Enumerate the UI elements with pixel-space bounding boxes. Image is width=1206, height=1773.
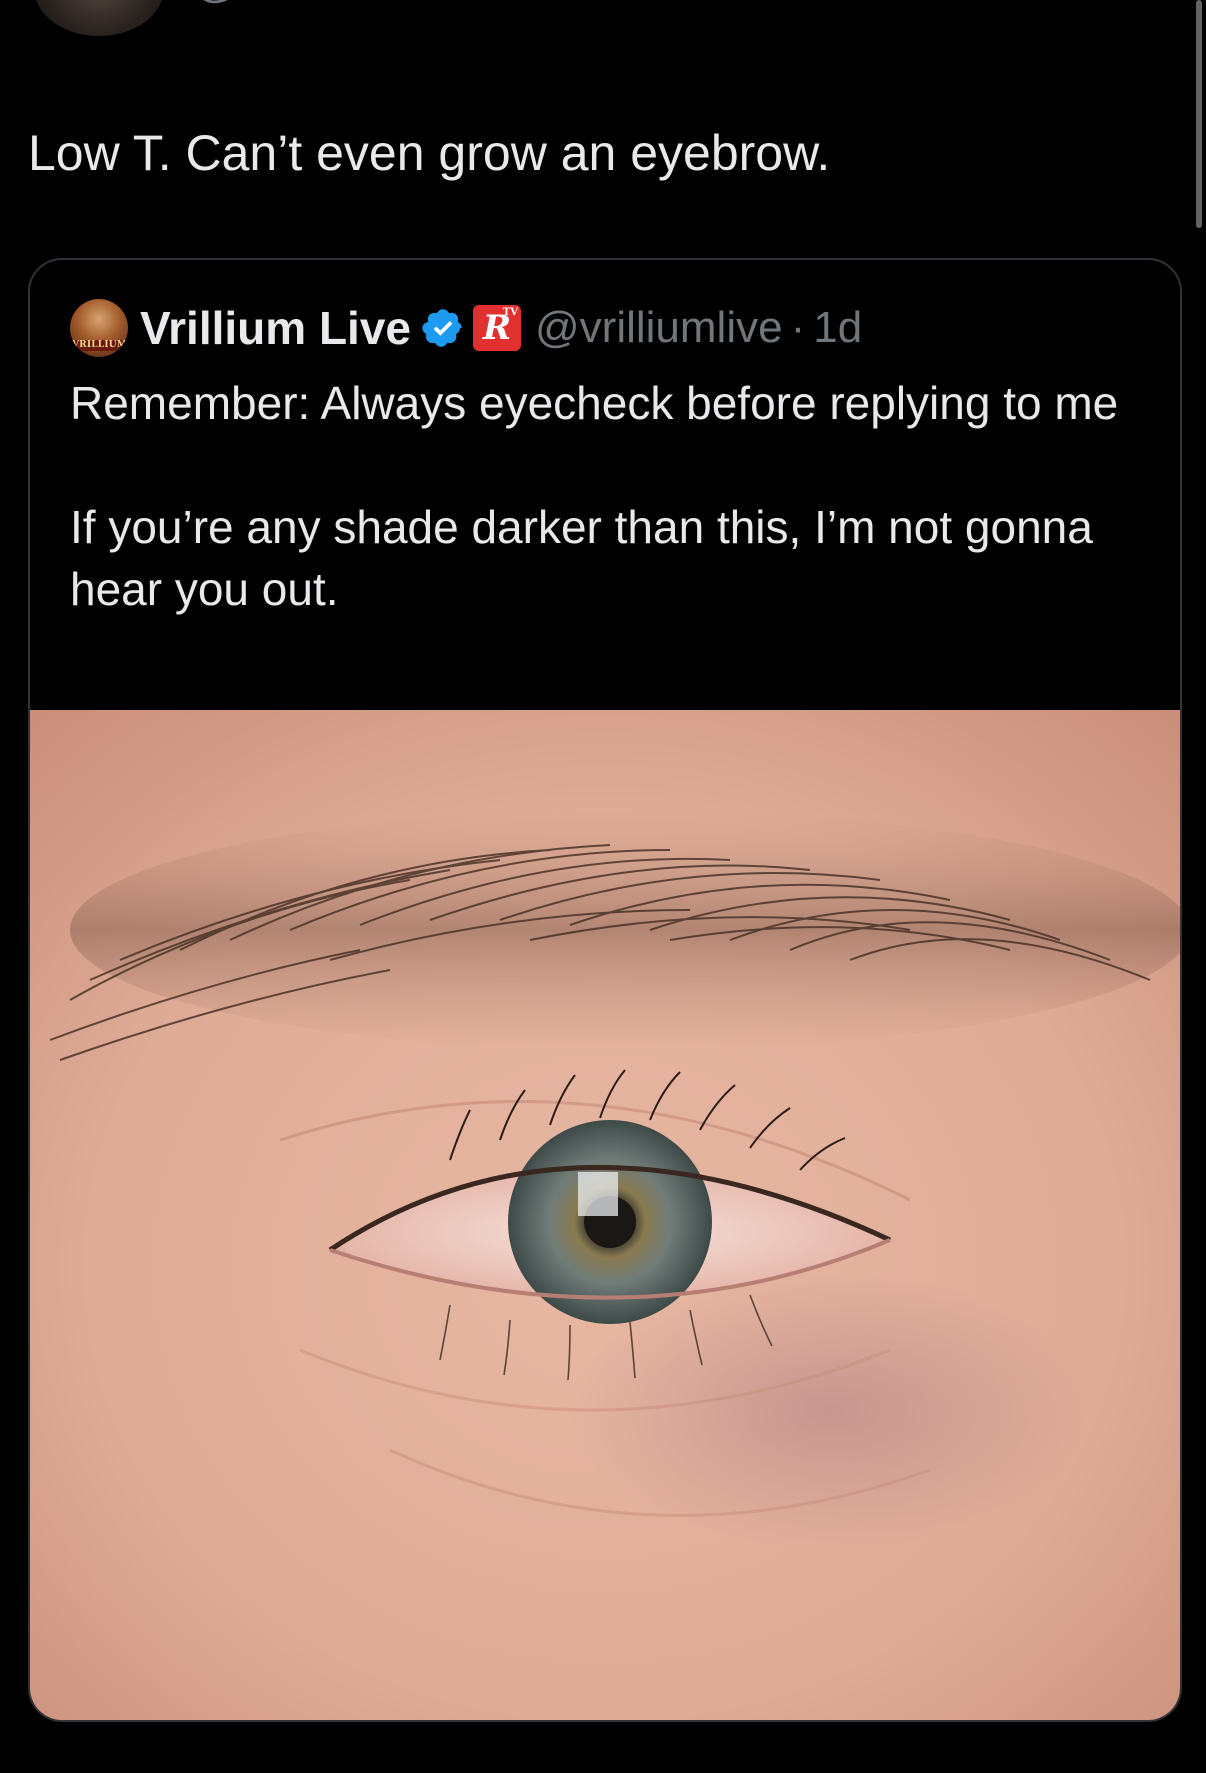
avatar-label: VRILLIUM [72, 340, 127, 351]
tweet-text: Low T. Can’t even grow an eyebrow. [28, 125, 831, 181]
quote-timestamp[interactable]: 1d [813, 303, 862, 353]
quote-card[interactable]: VRILLIUM Vrillium Live R TV @vrilliumlive… [28, 258, 1182, 1722]
quote-body-line2: If you’re any shade darker than this, I’… [70, 501, 1093, 615]
quote-media-image[interactable] [30, 710, 1180, 1720]
quote-avatar[interactable]: VRILLIUM [70, 299, 128, 357]
author-avatar[interactable] [34, 0, 164, 36]
dot-separator: · [790, 303, 806, 352]
author-handle[interactable]: @vasant138 [194, 0, 447, 8]
quote-author-handle[interactable]: @vrilliumlive [535, 303, 783, 353]
quote-header: VRILLIUM Vrillium Live R TV @vrilliumlive… [70, 299, 862, 357]
scrollbar[interactable] [1196, 0, 1202, 228]
verified-badge-icon [422, 309, 462, 347]
quote-body: Remember: Always eyecheck before replyin… [70, 372, 1150, 620]
affiliate-badge-icon[interactable]: R TV [473, 305, 521, 351]
quote-author-name[interactable]: Vrillium Live [140, 301, 411, 355]
quote-body-line1: Remember: Always eyecheck before replyin… [70, 377, 1119, 429]
